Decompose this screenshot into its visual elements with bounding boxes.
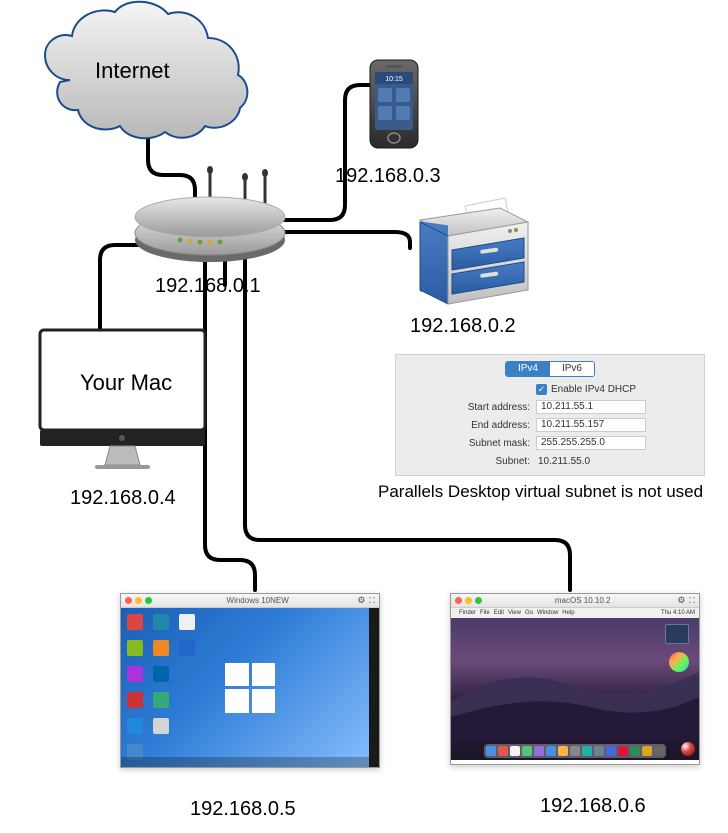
vm-win-ip-label: 192.168.0.5 [190, 798, 296, 821]
mac-label: Your Mac [80, 370, 172, 396]
close-icon[interactable] [455, 597, 462, 604]
svg-text:10:15: 10:15 [385, 76, 403, 83]
vm-mac-ip-label: 192.168.0.6 [540, 795, 646, 818]
close-icon[interactable] [125, 597, 132, 604]
cloud-label: Internet [95, 58, 170, 84]
desktop-icons[interactable] [127, 614, 197, 762]
vm-windows-title: Windows 10NEW [158, 596, 357, 605]
gear-icon[interactable]: ⚙ [357, 595, 365, 606]
menu-view[interactable]: View [508, 610, 521, 616]
windows-taskbar-bottom[interactable] [121, 757, 369, 767]
gear-icon[interactable]: ⚙ [677, 595, 685, 606]
subnet-label: Subnet: [396, 456, 536, 467]
ip-version-tabs[interactable]: IPv4 IPv6 [505, 361, 595, 377]
macos-desktop[interactable] [451, 618, 699, 760]
menu-finder[interactable]: Finder [459, 610, 476, 616]
vm-macos: macOS 10.10.2 ⚙ ⛶ Finder File Edit View … [450, 593, 700, 765]
maximize-icon[interactable] [475, 597, 482, 604]
menu-help[interactable]: Help [562, 610, 574, 616]
menu-file[interactable]: File [480, 610, 490, 616]
window-controls[interactable] [125, 597, 152, 604]
fullscreen-icon[interactable]: ⛶ [369, 596, 375, 606]
menubar-clock: Thu 4:10 AM [661, 610, 695, 616]
imac-icon [40, 330, 205, 469]
windows-logo-icon [225, 663, 275, 713]
menu-edit[interactable]: Edit [494, 610, 504, 616]
vm-windows-titlebar[interactable]: Windows 10NEW ⚙ ⛶ [121, 594, 379, 608]
printer-ip-label: 192.168.0.2 [410, 315, 516, 338]
fullscreen-icon[interactable]: ⛶ [689, 596, 695, 606]
mac-ip-label: 192.168.0.4 [70, 487, 176, 510]
dhcp-config-panel: IPv4 IPv6 ✓ Enable IPv4 DHCP Start addre… [395, 354, 705, 476]
windows-taskbar-right[interactable] [369, 608, 379, 767]
minimize-icon[interactable] [465, 597, 472, 604]
enable-dhcp-checkbox[interactable]: ✓ [536, 384, 547, 395]
phone-ip-label: 192.168.0.3 [335, 165, 441, 188]
macos-menubar[interactable]: Finder File Edit View Go Window Help Thu… [451, 608, 699, 618]
macos-dock[interactable] [484, 744, 666, 758]
vm-macos-titlebar[interactable]: macOS 10.10.2 ⚙ ⛶ [451, 594, 699, 608]
wallpaper-dune [451, 652, 699, 742]
router-ip-label: 192.168.0.1 [155, 275, 261, 298]
minimize-icon[interactable] [135, 597, 142, 604]
windows-desktop[interactable] [121, 608, 379, 767]
desktop-drive-icon[interactable] [665, 624, 689, 644]
enable-dhcp-label: Enable IPv4 DHCP [551, 384, 636, 395]
maximize-icon[interactable] [145, 597, 152, 604]
subnet-mask-label: Subnet mask: [396, 438, 536, 449]
tab-ipv4[interactable]: IPv4 [506, 362, 550, 376]
subnet-value: 10.211.55.0 [536, 456, 590, 467]
window-controls[interactable] [455, 597, 482, 604]
router-icon [135, 166, 285, 262]
vm-windows: Windows 10NEW ⚙ ⛶ [120, 593, 380, 768]
subnet-mask-input[interactable]: 255.255.255.0 [536, 436, 646, 450]
printer-icon [420, 198, 528, 304]
phone-icon: 10:15 [370, 60, 418, 148]
vm-macos-title: macOS 10.10.2 [488, 596, 677, 605]
power-icon[interactable] [681, 742, 695, 756]
start-address-label: Start address: [396, 402, 536, 413]
subnet-caption: Parallels Desktop virtual subnet is not … [378, 482, 703, 502]
menu-go[interactable]: Go [525, 610, 533, 616]
end-address-label: End address: [396, 420, 536, 431]
tab-ipv6[interactable]: IPv6 [550, 362, 594, 376]
start-address-input[interactable]: 10.211.55.1 [536, 400, 646, 414]
menu-window[interactable]: Window [537, 610, 558, 616]
end-address-input[interactable]: 10.211.55.157 [536, 418, 646, 432]
